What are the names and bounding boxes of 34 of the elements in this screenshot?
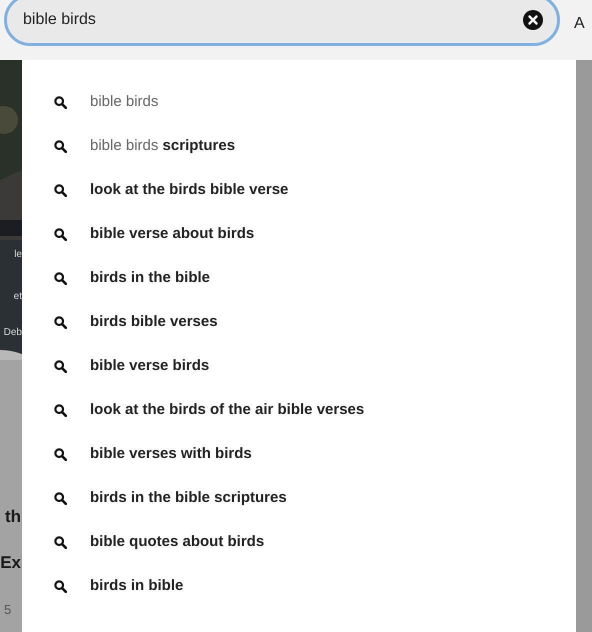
- search-icon: [54, 536, 67, 548]
- search-bar[interactable]: bible birds: [4, 0, 560, 46]
- suggestion-item[interactable]: bible quotes about birds: [22, 520, 576, 564]
- suggestion-item[interactable]: bible verse birds: [22, 344, 576, 388]
- header-link[interactable]: A: [574, 15, 585, 32]
- search-icon: [54, 96, 67, 108]
- card-text: le: [14, 250, 22, 260]
- search-icon: [54, 272, 67, 284]
- search-icon: [54, 448, 67, 460]
- search-icon: [54, 316, 67, 328]
- card-meta: 5: [4, 603, 12, 616]
- suggestion-item[interactable]: birds in the bible: [22, 256, 576, 300]
- search-icon: [54, 140, 67, 152]
- card-text: et: [14, 292, 22, 302]
- search-icon: [54, 580, 67, 592]
- search-icon: [54, 228, 67, 240]
- suggestion-item[interactable]: bible birds: [22, 80, 576, 124]
- search-icon: [54, 184, 67, 196]
- suggestion-item[interactable]: bible birds scriptures: [22, 124, 576, 168]
- search-input[interactable]: bible birds: [23, 8, 523, 32]
- card-text: Deb: [4, 328, 22, 338]
- suggestion-item[interactable]: look at the birds of the air bible verses: [22, 388, 576, 432]
- suggestion-item[interactable]: birds in bible: [22, 564, 576, 608]
- search-icon: [54, 360, 67, 372]
- suggestion-item[interactable]: birds bible verses: [22, 300, 576, 344]
- search-icon: [54, 492, 67, 504]
- search-icon: [54, 404, 67, 416]
- clear-icon[interactable]: [523, 10, 543, 30]
- suggestion-item[interactable]: bible verse about birds: [22, 212, 576, 256]
- suggestion-item[interactable]: bible verses with birds: [22, 432, 576, 476]
- card-title: th: [4, 508, 21, 525]
- suggestion-item[interactable]: look at the birds bible verse: [22, 168, 576, 212]
- card-title: Ex: [0, 554, 21, 571]
- suggestion-item[interactable]: birds in the bible scriptures: [22, 476, 576, 520]
